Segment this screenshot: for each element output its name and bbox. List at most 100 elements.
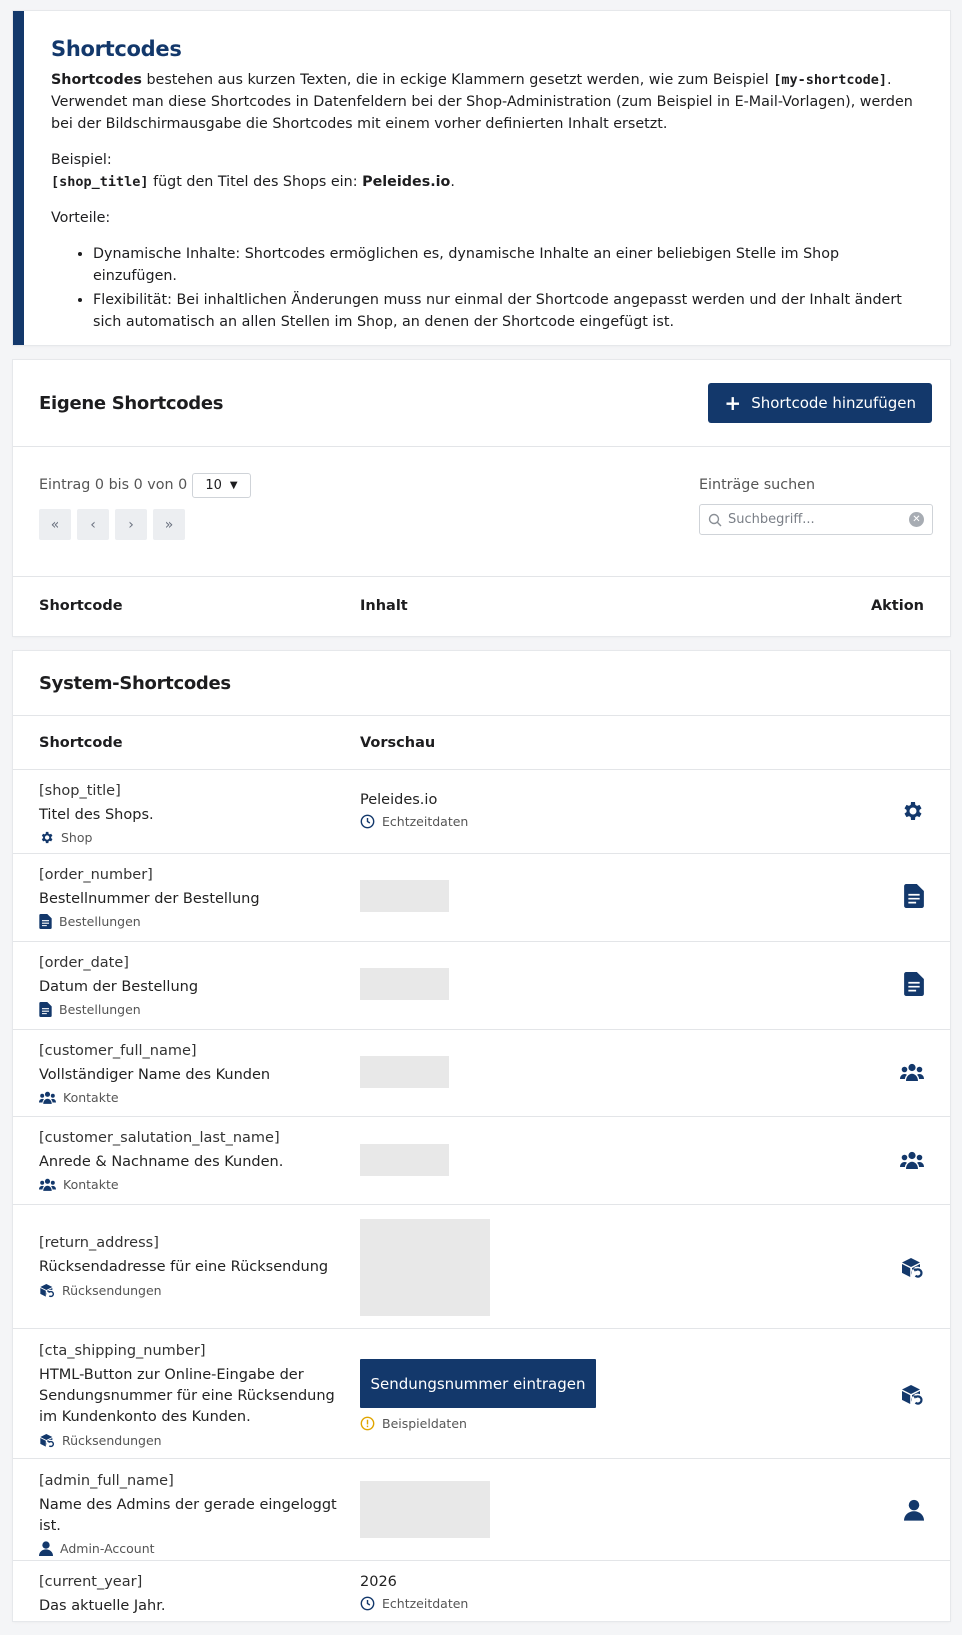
warning-icon bbox=[360, 1416, 375, 1431]
category-label: Bestellungen bbox=[59, 914, 141, 929]
document-icon[interactable] bbox=[904, 884, 924, 908]
info-example: Beispiel: [shop_title] fügt den Titel de… bbox=[51, 149, 920, 193]
shortcode-description: Anrede & Nachname des Kunden. bbox=[39, 1154, 284, 1170]
category-label: Bestellungen bbox=[59, 1002, 141, 1017]
own-table-header: Shortcode Inhalt Aktion bbox=[13, 577, 950, 635]
preview-placeholder bbox=[360, 1144, 449, 1176]
clock-icon bbox=[360, 1596, 375, 1611]
users-icon[interactable] bbox=[900, 1063, 924, 1081]
preview-note-label: Echtzeitdaten bbox=[382, 814, 469, 829]
own-shortcodes-title: Eigene Shortcodes bbox=[39, 392, 224, 414]
table-row: [shop_title] Titel des Shops. Shop Pelei… bbox=[13, 770, 950, 854]
shortcode-description: Name des Admins der gerade eingeloggt is… bbox=[39, 1497, 337, 1534]
example-value: Peleides.io bbox=[362, 174, 451, 190]
system-shortcodes-card: System-Shortcodes Shortcode Vorschau [sh… bbox=[13, 651, 950, 1621]
column-shortcode: Shortcode bbox=[39, 734, 123, 751]
preview-note: Echtzeitdaten bbox=[360, 814, 468, 829]
shortcode-code: [return_address] bbox=[39, 1235, 159, 1251]
clock-icon bbox=[360, 814, 375, 829]
shortcode-code: [cta_shipping_number] bbox=[39, 1343, 206, 1359]
advantage-item: Dynamische Inhalte: Shortcodes ermöglich… bbox=[93, 243, 920, 287]
shortcode-code: [shop_title] bbox=[39, 783, 121, 799]
entries-info: Eintrag 0 bis 0 von 0 bbox=[39, 477, 188, 493]
caret-down-icon: ▼ bbox=[229, 480, 238, 491]
user-icon[interactable] bbox=[904, 1499, 924, 1521]
column-action: Aktion bbox=[870, 598, 924, 614]
first-page-button[interactable]: « bbox=[39, 509, 71, 540]
preview-note-label: Beispieldaten bbox=[382, 1416, 467, 1431]
category-label: Kontakte bbox=[63, 1090, 119, 1105]
shortcode-description: Datum der Bestellung bbox=[39, 979, 199, 995]
pagination: « ‹ › » bbox=[39, 509, 185, 540]
return-box-icon bbox=[40, 1434, 54, 1448]
add-shortcode-label: Shortcode hinzufügen bbox=[751, 394, 916, 412]
column-content[interactable]: Inhalt bbox=[360, 598, 871, 614]
last-page-button[interactable]: » bbox=[153, 509, 185, 540]
category-label: Kontakte bbox=[63, 1177, 119, 1192]
preview-note: Echtzeitdaten bbox=[360, 1596, 468, 1611]
enter-shipping-number-button[interactable]: Sendungsnummer eintragen bbox=[360, 1359, 596, 1408]
table-row: [admin_full_name] Name des Admins der ge… bbox=[13, 1459, 950, 1561]
return-box-icon[interactable] bbox=[900, 1382, 924, 1406]
document-icon bbox=[39, 914, 52, 929]
shortcode-description: Vollständiger Name des Kunden bbox=[39, 1067, 271, 1083]
preview-text: Peleides.io bbox=[360, 792, 438, 808]
shortcode-code: [current_year] bbox=[39, 1574, 143, 1590]
preview-placeholder bbox=[360, 1219, 490, 1316]
shortcode-category: Admin-Account bbox=[39, 1541, 345, 1556]
shortcode-description: Rücksendadresse für eine Rücksendung bbox=[39, 1259, 329, 1275]
shortcode-category: Rücksendungen bbox=[39, 1432, 345, 1448]
example-end: . bbox=[450, 174, 455, 190]
page-size-value: 10 bbox=[205, 478, 222, 493]
own-shortcodes-header: Eigene Shortcodes + Shortcode hinzufügen bbox=[13, 360, 950, 447]
shortcode-category: Kontakte bbox=[39, 1090, 345, 1105]
shortcode-category: Kontakte bbox=[39, 1177, 345, 1192]
table-row: [order_number] Bestellnummer der Bestell… bbox=[13, 854, 950, 942]
advantage-item: Flexibilität: Bei inhaltlichen Änderunge… bbox=[93, 289, 920, 333]
search-input[interactable] bbox=[728, 512, 909, 527]
preview-text: 2026 bbox=[360, 1574, 397, 1590]
table-toolbar: Eintrag 0 bis 0 von 0 10 ▼ « ‹ › » Eintr… bbox=[13, 447, 950, 577]
column-shortcode[interactable]: Shortcode bbox=[39, 598, 360, 614]
shortcode-code: [customer_salutation_last_name] bbox=[39, 1130, 280, 1146]
search-label: Einträge suchen bbox=[699, 477, 816, 493]
add-shortcode-button[interactable]: + Shortcode hinzufügen bbox=[708, 383, 932, 423]
table-row: [customer_full_name] Vollständiger Name … bbox=[13, 1030, 950, 1117]
users-icon bbox=[39, 1178, 56, 1191]
gear-icon bbox=[41, 831, 53, 844]
shortcodes-info-card: Shortcodes Shortcodes bestehen aus kurze… bbox=[13, 11, 950, 345]
preview-placeholder bbox=[360, 1056, 449, 1088]
preview-note-label: Echtzeitdaten bbox=[382, 1596, 469, 1611]
search-icon bbox=[708, 513, 722, 526]
category-label: Rücksendungen bbox=[62, 1432, 162, 1448]
table-row: [customer_salutation_last_name] Anrede &… bbox=[13, 1117, 950, 1205]
preview-placeholder bbox=[360, 880, 449, 912]
example-text: fügt den Titel des Shops ein: bbox=[148, 174, 363, 190]
clear-search-icon[interactable]: ✕ bbox=[909, 512, 924, 527]
document-icon[interactable] bbox=[904, 972, 924, 996]
system-table-header: Shortcode Vorschau bbox=[13, 716, 950, 770]
return-box-icon[interactable] bbox=[900, 1255, 924, 1279]
shortcode-code: [admin_full_name] bbox=[39, 1473, 174, 1489]
info-intro: Shortcodes bestehen aus kurzen Texten, d… bbox=[51, 69, 920, 135]
shortcode-category: Bestellungen bbox=[39, 914, 345, 929]
gear-icon[interactable] bbox=[900, 799, 924, 823]
users-icon[interactable] bbox=[900, 1151, 924, 1169]
intro-bold: Shortcodes bbox=[51, 72, 142, 88]
shortcode-code: [customer_full_name] bbox=[39, 1043, 197, 1059]
preview-placeholder bbox=[360, 1481, 490, 1538]
shortcode-code: [order_date] bbox=[39, 955, 129, 971]
return-box-icon bbox=[40, 1284, 54, 1298]
shortcode-category: Bestellungen bbox=[39, 1002, 345, 1017]
category-label: Admin-Account bbox=[60, 1541, 155, 1556]
table-row: [cta_shipping_number] HTML-Button zur On… bbox=[13, 1329, 950, 1459]
page-size-select[interactable]: 10 ▼ bbox=[192, 473, 251, 498]
category-label: Rücksendungen bbox=[62, 1282, 162, 1298]
example-code: [shop_title] bbox=[51, 174, 149, 190]
search-box: ✕ bbox=[699, 504, 933, 535]
prev-page-button[interactable]: ‹ bbox=[77, 509, 109, 540]
next-page-button[interactable]: › bbox=[115, 509, 147, 540]
shortcode-code: [order_number] bbox=[39, 867, 153, 883]
advantages-list: Dynamische Inhalte: Shortcodes ermöglich… bbox=[51, 243, 920, 333]
shortcode-category: Rücksendungen bbox=[39, 1282, 345, 1298]
